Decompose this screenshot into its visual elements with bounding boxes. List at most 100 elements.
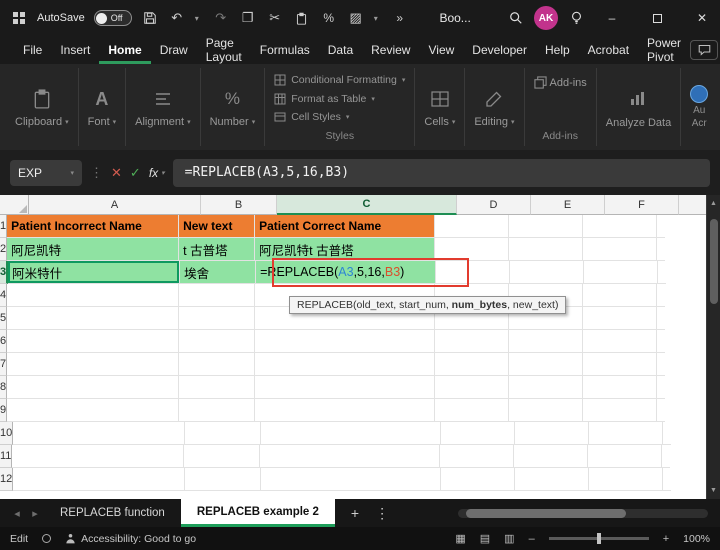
empty-cell[interactable] [440,445,515,468]
close-button[interactable]: ✕ [684,0,720,36]
row-header[interactable]: 4 [0,284,8,307]
sheet-nav-left-icon[interactable]: ◂ [8,507,26,520]
empty-cell[interactable] [509,353,584,376]
empty-cell[interactable] [657,330,666,353]
column-header-b[interactable]: B [201,195,277,215]
cell-E3[interactable] [510,261,585,284]
empty-cell[interactable] [514,445,589,468]
empty-cell[interactable] [441,468,516,491]
row-header[interactable]: 3 [0,261,9,284]
app-launcher-icon[interactable] [10,9,28,27]
cell-C2[interactable]: 阿尼凯特t 古普塔 [255,238,436,261]
more-commands-icon[interactable]: » [391,9,409,27]
row-header[interactable]: 1 [0,215,8,238]
zoom-level[interactable]: 100% [683,533,710,545]
empty-cell[interactable] [179,376,256,399]
enter-entry-button[interactable]: ✓ [130,165,141,181]
cut-icon[interactable]: ✂ [266,9,284,27]
normal-view-icon[interactable]: ▦ [455,532,465,545]
page-break-view-icon[interactable]: ▥ [504,532,514,545]
cell-F1[interactable] [583,215,658,238]
vertical-scrollbar[interactable]: ▲ ▼ [706,195,720,499]
empty-cell[interactable] [255,330,436,353]
menu-item-formulas[interactable]: Formulas [251,36,319,64]
empty-cell[interactable] [657,399,666,422]
empty-cell[interactable] [583,399,658,422]
empty-cell[interactable] [13,468,186,491]
empty-cell[interactable] [261,422,442,445]
row-header[interactable]: 5 [0,307,8,330]
empty-cell[interactable] [583,330,658,353]
undo-dropdown-icon[interactable]: ▾ [195,14,203,23]
format-painter-icon[interactable]: ▨ [347,9,365,27]
zoom-out-button[interactable]: – [529,533,535,545]
ribbon-group-analyze[interactable]: Analyze Data [597,68,682,146]
select-all-corner[interactable] [0,195,29,215]
document-title[interactable]: Boo... [439,11,470,25]
cell-styles-button[interactable]: Cell Styles ▾ [274,111,349,123]
sheet-tab-replaceb-function[interactable]: REPLACEB function [44,499,181,527]
lightbulb-icon[interactable] [567,9,585,27]
ribbon-group-editing[interactable]: Editing ▾ [465,68,525,146]
accessibility-status[interactable]: Accessibility: Good to go [65,533,196,545]
empty-cell[interactable] [583,376,658,399]
ribbon-group-partial[interactable]: Au Acr [681,68,717,146]
sheet-menu-icon[interactable]: ⋮ [375,505,389,522]
menu-item-developer[interactable]: Developer [463,36,536,64]
empty-cell[interactable] [435,376,510,399]
cell-filler[interactable] [658,261,667,284]
horizontal-scrollbar[interactable] [458,508,708,518]
percent-style-icon[interactable]: % [320,9,338,27]
row-header[interactable]: 8 [0,376,8,399]
page-layout-view-icon[interactable]: ▤ [480,532,490,545]
paste-icon[interactable] [293,9,311,27]
cell-D1[interactable] [435,215,510,238]
empty-cell[interactable] [657,376,666,399]
menu-item-view[interactable]: View [419,36,463,64]
empty-cell[interactable] [583,307,658,330]
empty-cell[interactable] [657,284,666,307]
empty-cell[interactable] [185,468,262,491]
cell-F2[interactable] [583,238,658,261]
empty-cell[interactable] [185,422,262,445]
empty-cell[interactable] [179,307,256,330]
empty-cell[interactable] [583,284,658,307]
ribbon-group-cells[interactable]: Cells ▾ [415,68,466,146]
empty-cell[interactable] [255,376,436,399]
zoom-in-button[interactable]: + [663,533,669,545]
empty-cell[interactable] [179,353,256,376]
cell-A1[interactable]: Patient Incorrect Name [7,215,180,238]
row-header[interactable]: 7 [0,353,8,376]
empty-cell[interactable] [509,330,584,353]
empty-cell[interactable] [7,376,180,399]
menu-item-draw[interactable]: Draw [151,36,197,64]
empty-cell[interactable] [588,445,663,468]
empty-cell[interactable] [589,468,664,491]
horizontal-scroll-thumb[interactable] [466,508,626,518]
empty-cell[interactable] [509,399,584,422]
cell-C3-formula[interactable]: =REPLACEB(A3,5,16, B3) [256,261,437,284]
zoom-slider[interactable] [548,533,649,544]
row-header[interactable]: 2 [0,238,8,261]
empty-cell[interactable] [515,422,590,445]
copy-icon[interactable]: ❐ [239,9,257,27]
cell-B2[interactable]: t 古普塔 [179,238,256,261]
formula-input[interactable]: =REPLACEB(A3,5,16,B3) [172,158,710,187]
row-header[interactable]: 12 [0,468,14,491]
row-header[interactable]: 10 [0,422,14,445]
redo-icon[interactable]: ↷ [212,9,230,27]
cell-A3[interactable]: 阿米特什 [8,261,181,284]
empty-cell[interactable] [663,468,672,491]
zoom-slider-thumb[interactable] [596,533,601,544]
empty-cell[interactable] [509,376,584,399]
empty-cell[interactable] [7,284,180,307]
menu-item-file[interactable]: File [14,36,51,64]
row-header[interactable]: 11 [0,445,13,468]
menu-item-power-pivot[interactable]: Power Pivot [638,36,690,64]
format-as-table-button[interactable]: Format as Table ▾ [274,93,375,105]
scroll-up-icon[interactable]: ▲ [707,200,720,207]
menu-item-review[interactable]: Review [362,36,419,64]
empty-cell[interactable] [662,445,671,468]
column-header-e[interactable]: E [531,195,605,215]
empty-cell[interactable] [184,445,261,468]
